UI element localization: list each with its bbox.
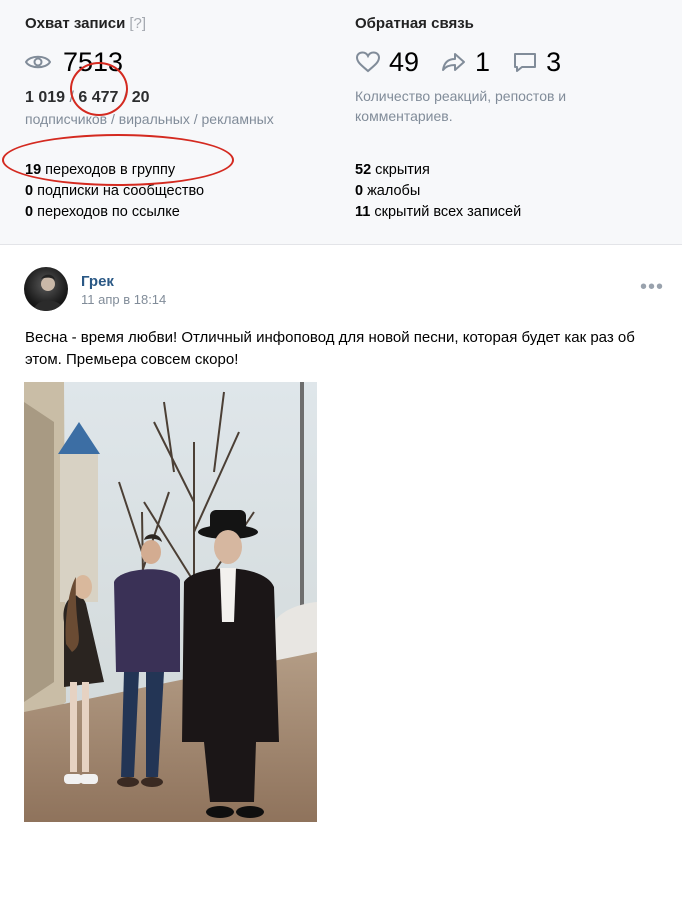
post-photo-scene — [24, 382, 317, 822]
post-date[interactable]: 11 апр в 18:14 — [81, 292, 166, 307]
metric-link-transitions: 0 переходов по ссылке — [25, 204, 180, 220]
metric-hides: 52 скрытия — [355, 162, 430, 178]
post-text: Весна - время любви! Отличный инфоповод … — [25, 329, 635, 368]
metric-hide-all: 11 скрытий всех записей — [355, 204, 522, 220]
reach-breakdown: 1 019 / 6 477 / 20 — [25, 89, 150, 106]
reach-ads: 20 — [131, 89, 150, 106]
metrics-right: 52 скрытия 0 жалобы 11 скрытий всех запи… — [355, 160, 521, 223]
comments-count: 3 — [546, 46, 562, 77]
help-link[interactable]: [?] — [129, 15, 146, 32]
feedback-title: Обратная связь — [355, 15, 474, 32]
post-stats-panel: Охват записи [?] 7513 1 019 / 6 477 / 20 … — [0, 0, 682, 245]
post-photo[interactable] — [24, 382, 317, 822]
reach-breakdown-label: подписчиков / виральных / рекламных — [25, 111, 274, 127]
reach-subscribers: 1 019 — [25, 89, 66, 106]
likes-count: 49 — [389, 46, 420, 77]
reach-total: 7513 — [63, 46, 124, 77]
repost-icon — [442, 53, 466, 71]
more-options-icon[interactable]: ••• — [640, 277, 664, 297]
heart-icon — [355, 51, 381, 73]
avatar-portrait — [34, 274, 64, 311]
reposts-count: 1 — [475, 46, 491, 77]
metric-community-subscriptions: 0 подписки на сообщество — [25, 183, 205, 199]
comment-icon — [514, 53, 537, 72]
reach-section: Охват записи [?] 7513 1 019 / 6 477 / 20 … — [25, 14, 335, 128]
reach-title: Охват записи [?] — [25, 15, 147, 32]
reach-viral: 6 477 — [78, 89, 119, 106]
metric-group-transitions: 19 переходов в группу — [25, 162, 176, 178]
reach-total-row: 7513 — [25, 42, 335, 82]
eye-icon — [25, 55, 51, 69]
metrics-left: 19 переходов в группу 0 подписки на сооб… — [25, 160, 204, 223]
post-author[interactable]: Грек — [81, 273, 114, 290]
feedback-section: Обратная связь 49 1 3 Количество реакций… — [355, 14, 665, 126]
feedback-row: 49 1 3 — [355, 42, 665, 82]
feedback-description: Количество реакций, репостов и комментар… — [355, 88, 567, 124]
avatar[interactable] — [24, 267, 68, 311]
page-margin — [682, 0, 700, 906]
metric-reports: 0 жалобы — [355, 183, 421, 199]
